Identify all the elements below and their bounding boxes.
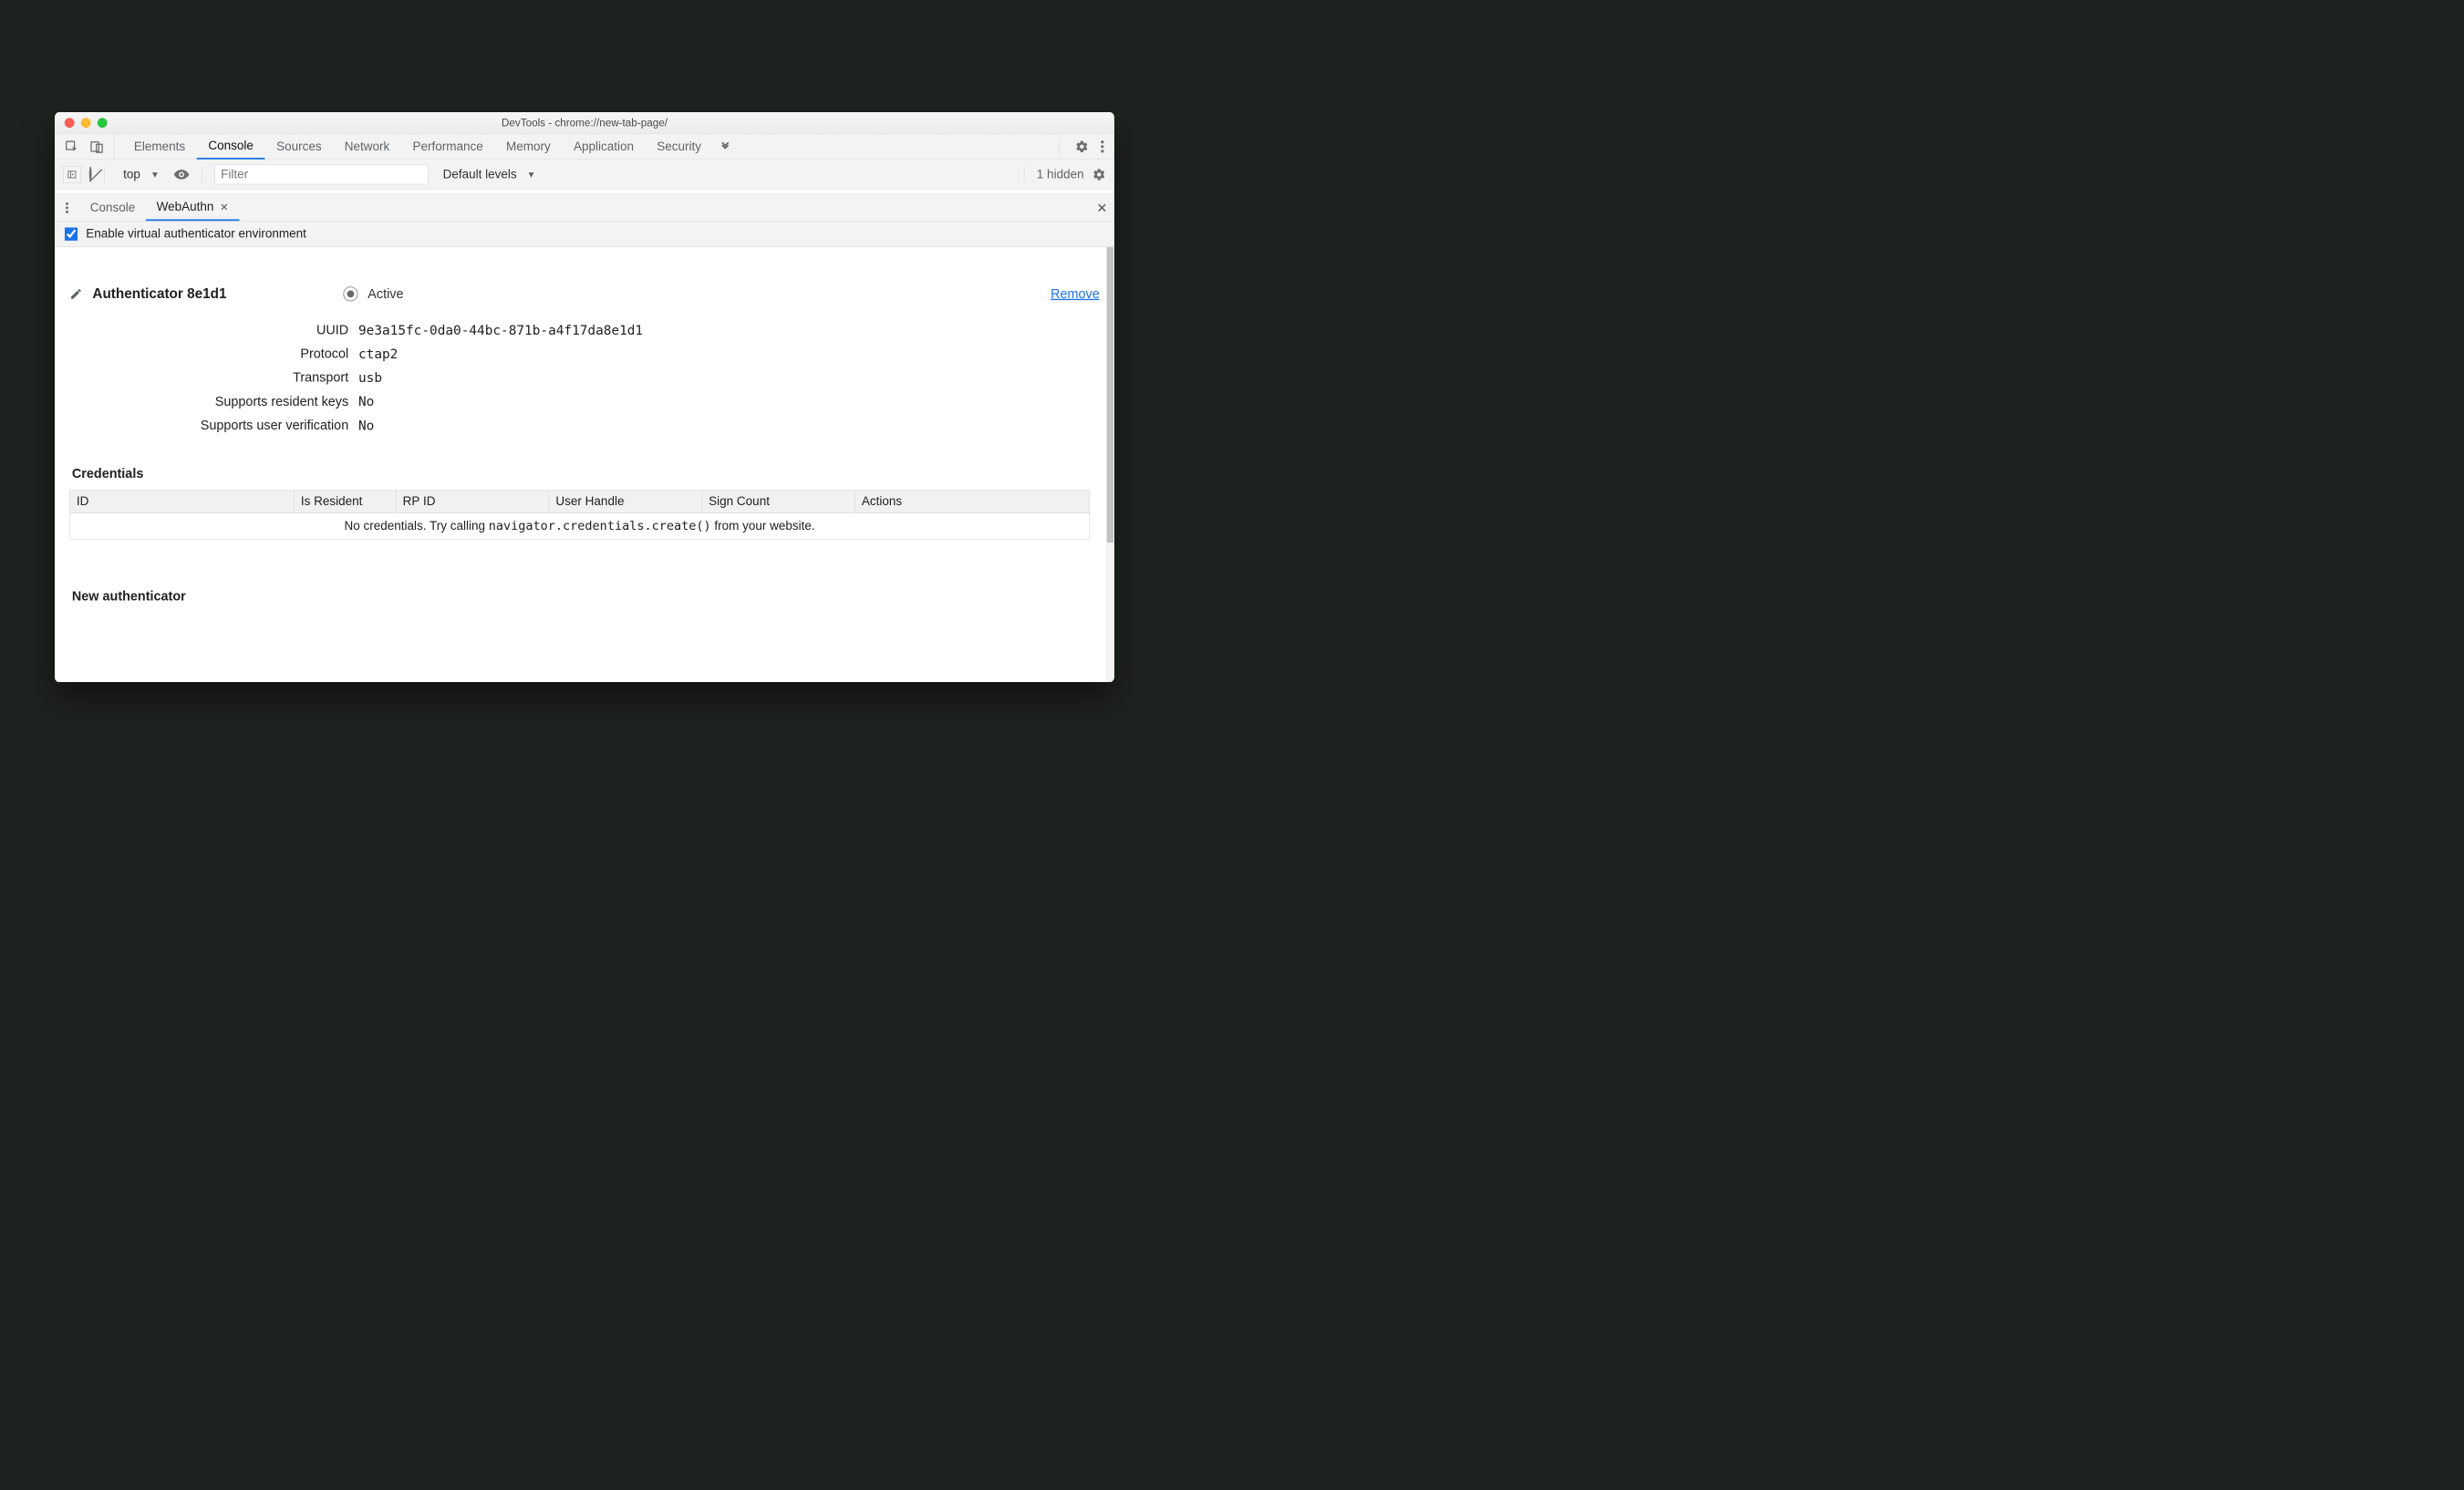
enable-virtual-auth-checkbox[interactable]: [65, 227, 78, 240]
col-user-handle: User Handle: [549, 490, 702, 512]
credentials-heading: Credentials: [72, 465, 1100, 481]
resident-keys-label: Supports resident keys: [69, 393, 348, 409]
execution-context-select[interactable]: top: [117, 167, 165, 181]
kebab-menu-icon[interactable]: [1101, 139, 1105, 152]
webauthn-panel: Authenticator 8e1d1 Active Remove UUID 9…: [55, 247, 1114, 682]
col-actions: Actions: [854, 490, 1089, 512]
settings-gear-icon[interactable]: [1075, 139, 1089, 152]
uuid-value: 9e3a15fc-0da0-44bc-871b-a4f17da8e1d1: [358, 322, 643, 337]
drawer-tabstrip: Console WebAuthn: [55, 194, 1114, 222]
credentials-table: ID Is Resident RP ID User Handle Sign Co…: [69, 490, 1090, 539]
close-drawer-icon[interactable]: [1090, 194, 1114, 221]
inspect-element-icon[interactable]: [65, 139, 78, 152]
user-verification-label: Supports user verification: [69, 417, 348, 432]
clear-console-icon[interactable]: [89, 167, 92, 181]
uuid-label: UUID: [69, 322, 348, 337]
user-verification-value: No: [358, 417, 374, 432]
transport-label: Transport: [69, 369, 348, 385]
authenticator-header: Authenticator 8e1d1 Active Remove: [69, 285, 1100, 302]
devtools-window: DevTools - chrome://new-tab-page/ Elemen…: [55, 112, 1114, 682]
tab-sources[interactable]: Sources: [264, 133, 333, 159]
enable-virtual-auth-bar: Enable virtual authenticator environment: [55, 221, 1114, 246]
close-window-button[interactable]: [65, 118, 75, 128]
credentials-empty-row: No credentials. Try calling navigator.cr…: [69, 512, 1089, 539]
console-filter-input[interactable]: [214, 164, 428, 184]
device-toolbar-icon[interactable]: [90, 139, 104, 152]
drawer-tab-webauthn[interactable]: WebAuthn: [146, 194, 239, 221]
resident-keys-value: No: [358, 393, 374, 409]
col-is-resident: Is Resident: [294, 490, 396, 512]
window-title: DevTools - chrome://new-tab-page/: [55, 116, 1114, 129]
edit-name-icon[interactable]: [69, 286, 82, 299]
authenticator-name: Authenticator 8e1d1: [92, 285, 226, 302]
titlebar: DevTools - chrome://new-tab-page/: [55, 112, 1114, 133]
col-rp-id: RP ID: [396, 490, 549, 512]
console-settings-gear-icon[interactable]: [1092, 167, 1106, 181]
tab-elements[interactable]: Elements: [122, 133, 196, 159]
tabs-overflow-icon[interactable]: [713, 133, 739, 159]
tab-application[interactable]: Application: [562, 133, 645, 159]
live-expression-icon[interactable]: [173, 166, 190, 182]
scrollbar[interactable]: [1106, 247, 1114, 682]
zoom-window-button[interactable]: [98, 118, 108, 128]
tab-security[interactable]: Security: [646, 133, 713, 159]
new-authenticator-heading: New authenticator: [72, 588, 1100, 604]
minimize-window-button[interactable]: [81, 118, 91, 128]
drawer-menu-icon[interactable]: [55, 194, 79, 221]
main-tabstrip: Elements Console Sources Network Perform…: [55, 133, 1114, 160]
col-id: ID: [69, 490, 294, 512]
hidden-messages-count[interactable]: 1 hidden: [1037, 167, 1084, 181]
window-controls: [55, 118, 108, 128]
empty-text-post: from your website.: [711, 519, 815, 533]
log-levels-select[interactable]: Default levels: [436, 167, 541, 181]
empty-text-pre: No credentials. Try calling: [344, 519, 488, 533]
table-header-row: ID Is Resident RP ID User Handle Sign Co…: [69, 490, 1089, 512]
remove-authenticator-link[interactable]: Remove: [1051, 285, 1100, 301]
empty-text-code: navigator.credentials.create(): [489, 518, 711, 533]
console-toolbar: top Default levels 1 hidden: [55, 160, 1114, 189]
tab-memory[interactable]: Memory: [494, 133, 562, 159]
scrollbar-thumb[interactable]: [1107, 247, 1113, 543]
transport-value: usb: [358, 369, 382, 385]
enable-virtual-auth-label: Enable virtual authenticator environment: [86, 227, 306, 241]
active-authenticator-radio[interactable]: [343, 286, 357, 301]
tab-console[interactable]: Console: [197, 133, 265, 159]
drawer-tab-label: WebAuthn: [157, 200, 214, 213]
protocol-label: Protocol: [69, 346, 348, 361]
tab-performance[interactable]: Performance: [401, 133, 494, 159]
col-sign-count: Sign Count: [702, 490, 855, 512]
close-tab-icon[interactable]: [220, 202, 229, 211]
active-label: Active: [368, 285, 403, 301]
tab-network[interactable]: Network: [333, 133, 401, 159]
drawer-tab-console[interactable]: Console: [79, 194, 146, 221]
protocol-value: ctap2: [358, 346, 398, 361]
console-sidebar-toggle-icon[interactable]: [63, 166, 81, 182]
authenticator-details: UUID 9e3a15fc-0da0-44bc-871b-a4f17da8e1d…: [69, 317, 1100, 437]
